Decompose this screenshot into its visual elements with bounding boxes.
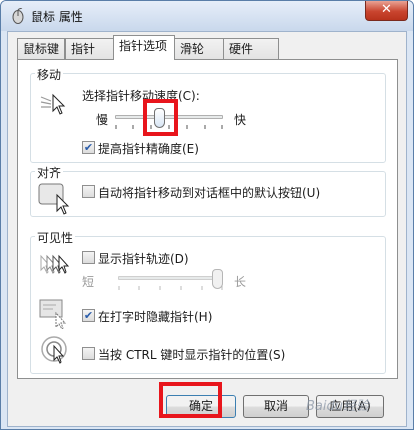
trails-slider-ticks xyxy=(118,286,223,290)
mouse-properties-window: 鼠标 属性 ✕ 鼠标键 指针 指针选项 滑轮 硬件 移动 选择指针移动速度(C)… xyxy=(0,0,414,430)
pointer-location-icon xyxy=(41,336,67,364)
title-bar[interactable]: 鼠标 属性 ✕ xyxy=(1,1,413,31)
hide-while-typing-label: 在打字时隐藏指针(H) xyxy=(98,310,213,324)
short-label: 短 xyxy=(82,275,95,289)
tab-wheel[interactable]: 滑轮 xyxy=(174,38,224,59)
trails-slider-track xyxy=(118,276,223,280)
visibility-group-label: 可见性 xyxy=(35,229,76,246)
pointer-trails-label: 显示指针轨迹(D) xyxy=(98,252,189,266)
close-button[interactable]: ✕ xyxy=(365,1,408,21)
speed-slider-highlight xyxy=(143,99,178,136)
precision-label: 提高指针精确度(E) xyxy=(98,142,199,156)
check-mark-icon: ✔ xyxy=(83,141,94,154)
snap-to-icon xyxy=(38,183,70,215)
hide-pointer-icon xyxy=(39,299,67,329)
hide-while-typing-checkbox[interactable]: ✔ xyxy=(82,309,95,322)
precision-checkbox[interactable]: ✔ xyxy=(82,141,95,154)
tab-pointer-options[interactable]: 指针选项 xyxy=(113,35,175,60)
watermark: Baidu经验 xyxy=(306,399,369,414)
long-label: 长 xyxy=(234,275,247,289)
motion-group-label: 移动 xyxy=(35,66,64,83)
tab-hardware[interactable]: 硬件 xyxy=(223,38,279,59)
trails-slider-thumb[interactable] xyxy=(212,269,223,289)
tab-pointers[interactable]: 指针 xyxy=(65,38,115,59)
ctrl-location-label: 当按 CTRL 键时显示指针的位置(S) xyxy=(98,348,286,362)
snap-group-label: 对齐 xyxy=(35,164,64,181)
tab-buttons[interactable]: 鼠标键 xyxy=(17,38,65,59)
cancel-button[interactable]: 取消 xyxy=(243,395,309,418)
ok-button-highlight xyxy=(159,382,222,418)
mouse-icon xyxy=(12,8,24,24)
fast-label: 快 xyxy=(234,113,247,127)
pointer-speed-icon xyxy=(40,93,66,115)
trails-slider[interactable] xyxy=(118,267,223,291)
pointer-trails-icon xyxy=(40,254,70,274)
ctrl-location-checkbox[interactable] xyxy=(82,347,95,360)
snap-to-checkbox[interactable] xyxy=(82,185,95,198)
window-title: 鼠标 属性 xyxy=(31,10,83,24)
check-mark-icon: ✔ xyxy=(83,309,94,322)
snap-to-label: 自动将指针移动到对话框中的默认按钮(U) xyxy=(98,186,321,200)
speed-label: 选择指针移动速度(C): xyxy=(82,89,200,103)
slow-label: 慢 xyxy=(96,113,109,127)
close-icon: ✕ xyxy=(381,2,392,17)
pointer-trails-checkbox[interactable] xyxy=(82,251,95,264)
